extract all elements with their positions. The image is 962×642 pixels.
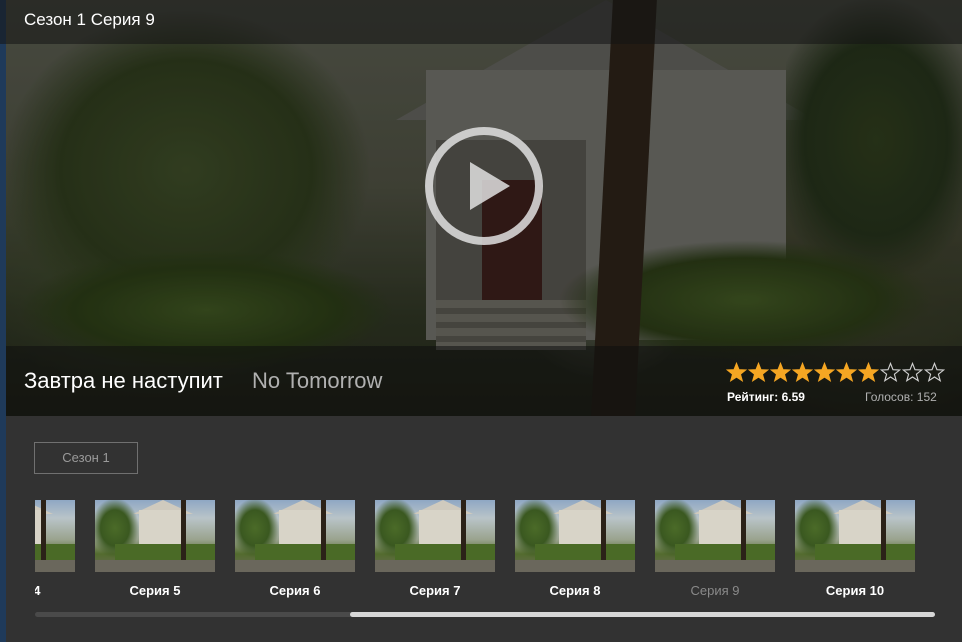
thumbnail-scene <box>655 560 775 572</box>
episode-card[interactable]: Серия 10 <box>795 500 915 606</box>
thumbnail-scene <box>535 544 635 560</box>
episode-label: Серия 6 <box>269 583 321 598</box>
episode-label: Серия 8 <box>549 583 601 598</box>
rating-value: Рейтинг: 6.59 <box>727 390 805 404</box>
episode-card[interactable]: Серия 6 <box>235 500 355 606</box>
episode-card[interactable]: Серия 8 <box>515 500 635 606</box>
thumbnail-scene <box>795 560 915 572</box>
episode-label: Серия 9 <box>690 583 740 598</box>
star-icon[interactable] <box>770 362 791 383</box>
episode-card[interactable]: Серия 9 <box>655 500 775 606</box>
star-icon[interactable] <box>858 362 879 383</box>
thumbnail-scene <box>255 544 355 560</box>
star-icon[interactable] <box>880 362 901 383</box>
play-button[interactable] <box>424 126 544 246</box>
star-icon[interactable] <box>924 362 945 383</box>
rating-stars[interactable] <box>726 362 946 384</box>
episode-card[interactable]: Серия 5 <box>95 500 215 606</box>
thumbnail-scene <box>235 560 355 572</box>
thumbnail-scene <box>815 544 915 560</box>
thumbnail-scene <box>115 544 215 560</box>
scrollbar-thumb[interactable] <box>350 612 935 617</box>
star-icon[interactable] <box>792 362 813 383</box>
episode-title-en: No Tomorrow <box>252 368 383 393</box>
episode-label: Серия 10 <box>825 583 885 598</box>
star-icon[interactable] <box>902 362 923 383</box>
episode-label: Серия 4 <box>35 583 41 598</box>
star-icon[interactable] <box>726 362 747 383</box>
episode-label: Серия 7 <box>409 583 461 598</box>
episode-thumbnail[interactable] <box>515 500 635 572</box>
episode-heading: Сезон 1 Серия 9 <box>24 10 155 29</box>
player-header: Сезон 1 Серия 9 <box>0 0 962 44</box>
episode-thumbnail[interactable] <box>95 500 215 572</box>
episode-thumbnail[interactable] <box>375 500 495 572</box>
star-icon[interactable] <box>748 362 769 383</box>
episode-card[interactable]: Серия 7 <box>375 500 495 606</box>
thumbnail-scene <box>375 560 495 572</box>
episode-scrollbar[interactable] <box>35 612 935 617</box>
thumbnail-scene <box>95 560 215 572</box>
episode-thumbnail[interactable] <box>235 500 355 572</box>
star-icon[interactable] <box>836 362 857 383</box>
thumbnail-scene <box>515 560 635 572</box>
play-icon <box>425 127 543 245</box>
episode-title-ru: Завтра не наступит <box>24 368 223 393</box>
episode-card[interactable]: Серия 4 <box>35 500 75 606</box>
episode-thumbnail[interactable] <box>35 500 75 572</box>
thumbnail-scene <box>675 544 775 560</box>
episode-label: Серия 5 <box>129 583 181 598</box>
episode-thumbnail[interactable] <box>655 500 775 572</box>
season-select-button[interactable]: Сезон 1 <box>34 442 138 474</box>
page: Сезон 1 Серия 9 Завтра не наступит No To… <box>0 0 962 642</box>
thumbnail-scene <box>35 560 75 572</box>
star-icon[interactable] <box>814 362 835 383</box>
thumbnail-scene <box>395 544 495 560</box>
episode-strip: Серия 4 Серия 5 Серия 6 Серия 7 Серия 8 Серия… <box>35 500 935 606</box>
votes-count: Голосов: 152 <box>865 390 937 404</box>
episode-thumbnail[interactable] <box>795 500 915 572</box>
